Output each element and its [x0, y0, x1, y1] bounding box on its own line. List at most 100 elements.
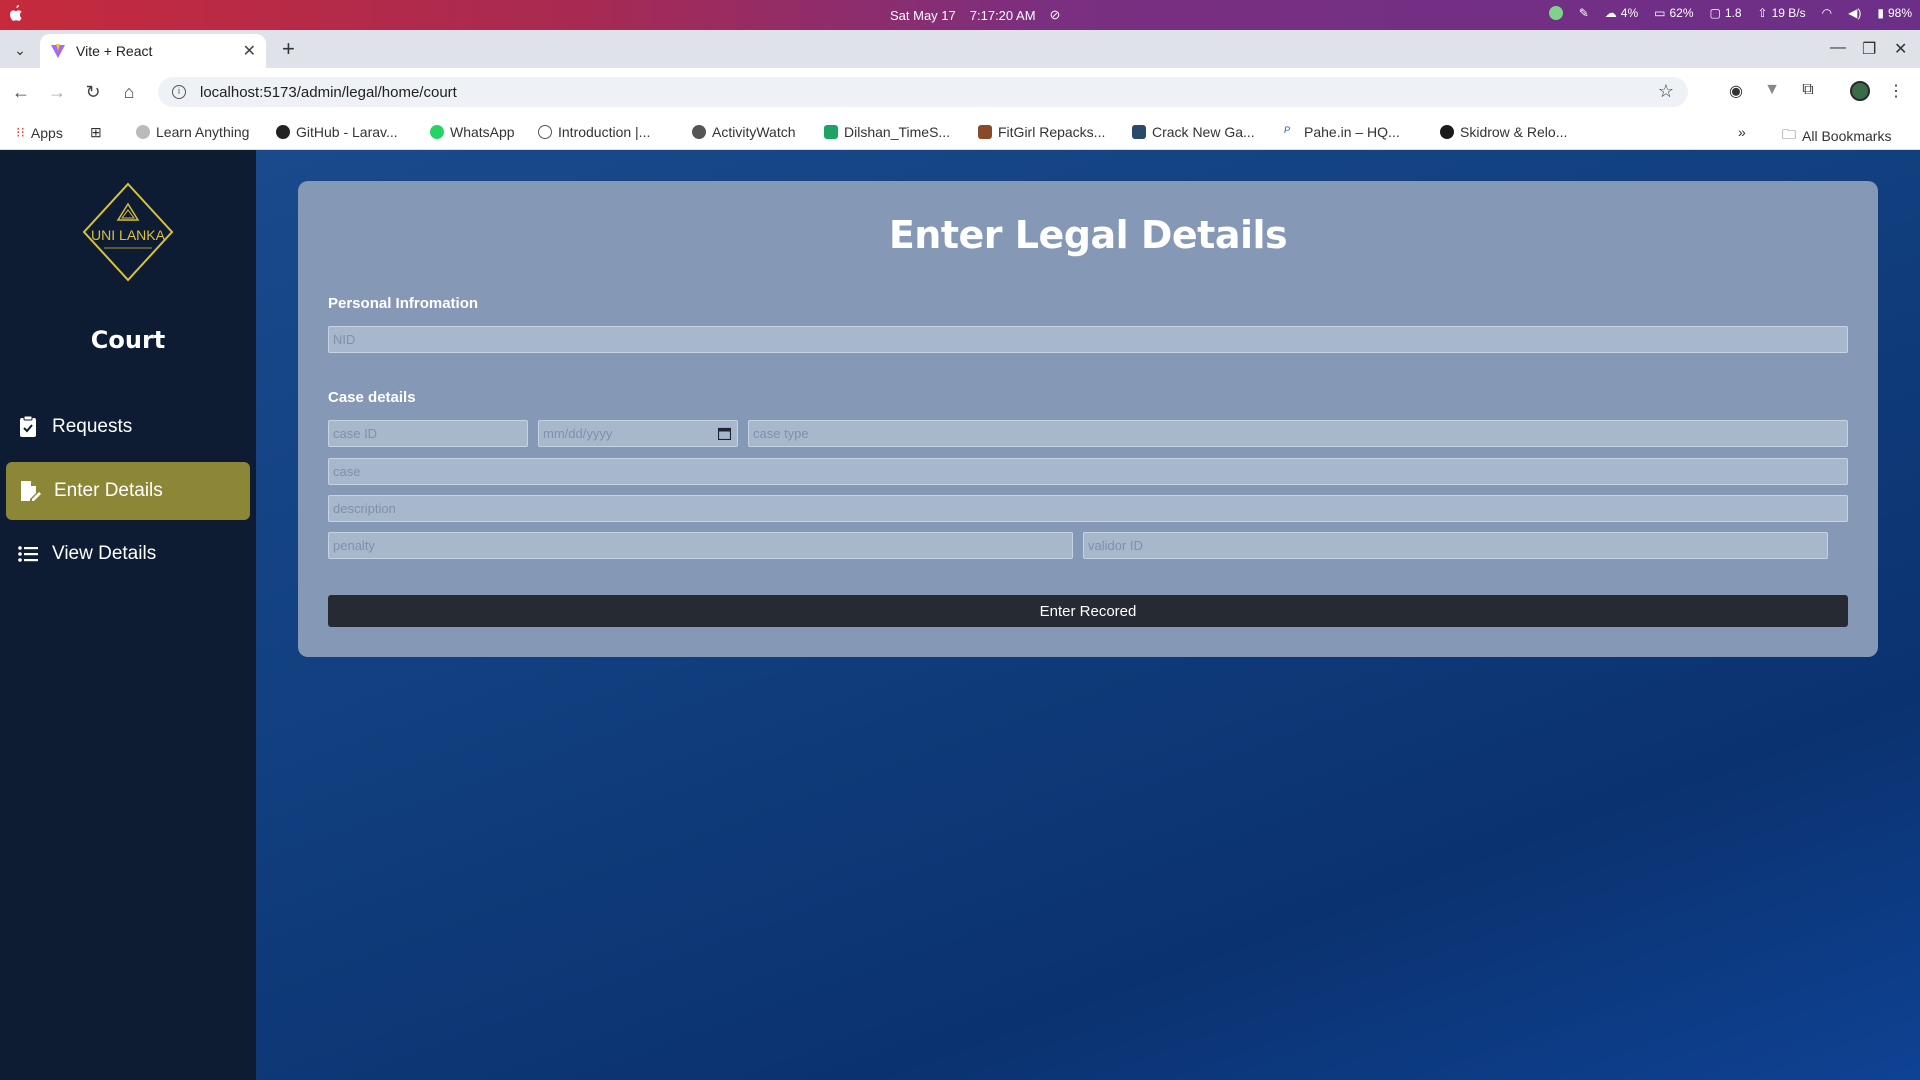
main-content: Enter Legal Details Personal Infromation… — [256, 150, 1920, 1080]
sidebar-item-requests[interactable]: Requests — [6, 398, 250, 456]
system-tray: ✎ ☁ 4% ▭ 62% ▢ 1.8 ⇧ 19 B/s ◠ ◀) ▮ 98% — [1548, 6, 1912, 20]
bookmark-label: Dilshan_TimeS... — [844, 124, 951, 140]
grid-icon: ⊞ — [90, 124, 102, 140]
tab-active[interactable]: Vite + React ✕ — [40, 34, 266, 68]
color-picker-icon[interactable]: ✎ — [1579, 6, 1589, 20]
sidebar-item-view-details[interactable]: View Details — [6, 525, 250, 583]
all-bookmarks-label: All Bookmarks — [1802, 128, 1892, 144]
bookmark-label: Crack New Ga... — [1152, 124, 1255, 140]
case-date-input[interactable]: mm/dd/yyyy — [538, 420, 738, 447]
tab-strip: ⌄ Vite + React ✕ + — ❐ ✕ — [0, 30, 1920, 68]
chat-icon: ▢ — [1709, 6, 1721, 20]
case-type-input[interactable] — [748, 420, 1848, 447]
url-bar[interactable]: i localhost:5173/admin/legal/home/court … — [158, 77, 1688, 107]
page-title: Enter Legal Details — [888, 213, 1288, 257]
bookmark-label: Pahe.in – HQ... — [1304, 124, 1400, 140]
tab-close-icon[interactable]: ✕ — [243, 41, 256, 61]
github-icon — [276, 125, 290, 139]
close-window-icon[interactable]: ✕ — [1894, 39, 1907, 59]
cloud-icon: ☁ — [1604, 6, 1617, 20]
list-icon — [18, 546, 38, 562]
bookmark-skidrow[interactable]: Skidrow & Relo... — [1440, 124, 1567, 140]
site-info-icon[interactable]: i — [172, 85, 186, 99]
minimize-icon[interactable]: — — [1830, 39, 1846, 57]
calendar-icon[interactable] — [718, 427, 731, 440]
bookmark-grid[interactable]: ⊞ — [90, 124, 102, 141]
network-text: 19 B/s — [1771, 6, 1806, 20]
bookmarks-bar: ⁝⁝ Apps ⊞ Learn Anything GitHub - Larav.… — [0, 116, 1920, 150]
apps-grid-icon: ⁝⁝ — [16, 124, 25, 140]
legal-details-form: Enter Legal Details Personal Infromation… — [298, 181, 1878, 657]
case-input[interactable] — [328, 458, 1848, 485]
bookmark-crack[interactable]: Crack New Ga... — [1132, 124, 1255, 140]
bookmark-learn-anything[interactable]: Learn Anything — [136, 124, 249, 140]
tab-search-chevron-icon[interactable]: ⌄ — [10, 40, 30, 60]
bookmark-activitywatch[interactable]: ActivityWatch — [692, 124, 796, 140]
penalty-input[interactable] — [328, 532, 1073, 559]
upload-icon: ⇧ — [1757, 6, 1768, 20]
bookmark-star-icon[interactable]: ☆ — [1658, 81, 1674, 102]
cpu-text: 4% — [1620, 6, 1639, 20]
battery-text: 98% — [1887, 6, 1912, 20]
forward-icon[interactable]: → — [46, 81, 68, 103]
date-placeholder: mm/dd/yyyy — [543, 426, 613, 441]
browser-menu-icon[interactable]: ⋮ — [1886, 81, 1906, 101]
bookmark-fitgirl[interactable]: FitGirl Repacks... — [978, 124, 1105, 140]
reload-icon[interactable]: ↻ — [82, 81, 104, 103]
network-indicator[interactable]: ⇧ 19 B/s — [1758, 6, 1806, 20]
fitgirl-icon — [978, 125, 992, 139]
validor-id-input[interactable] — [1083, 532, 1828, 559]
bookmark-github[interactable]: GitHub - Larav... — [276, 124, 398, 140]
home-icon[interactable]: ⌂ — [118, 81, 140, 103]
case-id-input[interactable] — [328, 420, 528, 447]
intro-icon — [538, 125, 552, 139]
bookmark-timesheet[interactable]: Dilshan_TimeS... — [824, 124, 950, 140]
volume-icon[interactable]: ◀) — [1848, 6, 1861, 20]
vite-favicon-icon — [51, 44, 65, 58]
pahe-icon: P — [1284, 125, 1298, 139]
load-indicator[interactable]: ▢ 1.8 — [1710, 6, 1742, 20]
learn-anything-icon — [136, 125, 150, 139]
sidebar-item-label: Requests — [52, 416, 133, 437]
restore-icon[interactable]: ❐ — [1862, 39, 1876, 59]
description-input[interactable] — [328, 495, 1848, 522]
address-bar-row: ← → ↻ ⌂ i localhost:5173/admin/legal/hom… — [0, 68, 1920, 116]
bookmark-whatsapp[interactable]: WhatsApp — [430, 124, 515, 140]
bookmarks-overflow-icon[interactable]: » — [1738, 124, 1746, 140]
shield-icon[interactable] — [1548, 6, 1563, 20]
cpu-indicator[interactable]: ☁ 4% — [1605, 6, 1638, 20]
clock[interactable]: Sat May 17 7:17:20 AM ⊘ — [890, 7, 1060, 23]
all-bookmarks-button[interactable]: 🗀 All Bookmarks — [1782, 124, 1891, 148]
battery-icon: ▮ — [1877, 6, 1884, 20]
bookmark-label: ActivityWatch — [712, 124, 796, 140]
extensions-puzzle-icon[interactable]: ⧉ — [1798, 81, 1818, 101]
enter-record-button[interactable]: Enter Recored — [328, 595, 1848, 627]
extension-1-icon[interactable]: ◉ — [1726, 81, 1746, 101]
skidrow-icon — [1440, 125, 1454, 139]
bookmark-apps[interactable]: ⁝⁝ Apps — [16, 124, 63, 141]
nid-input[interactable] — [328, 326, 1848, 353]
load-text: 1.8 — [1724, 6, 1742, 20]
memory-indicator[interactable]: ▭ 62% — [1654, 6, 1693, 20]
apple-icon[interactable] — [8, 5, 24, 23]
back-icon[interactable]: ← — [10, 81, 32, 103]
sidebar-item-label: View Details — [52, 543, 157, 564]
time-text: 7:17:20 AM — [969, 7, 1036, 23]
bookmark-introduction[interactable]: Introduction |... — [538, 124, 650, 140]
clipboard-check-icon — [20, 415, 36, 437]
bookmark-label: Introduction |... — [558, 124, 651, 140]
bookmark-label: GitHub - Larav... — [296, 124, 398, 140]
url-text: localhost:5173/admin/legal/home/court — [200, 83, 457, 101]
extension-2-icon[interactable]: ▼ — [1762, 81, 1782, 101]
os-top-bar: Sat May 17 7:17:20 AM ⊘ ✎ ☁ 4% ▭ 62% ▢ 1… — [0, 0, 1920, 30]
battery-indicator[interactable]: ▮ 98% — [1877, 6, 1912, 20]
profile-avatar[interactable] — [1850, 81, 1870, 101]
crack-icon — [1132, 125, 1146, 139]
bookmark-pahe[interactable]: P Pahe.in – HQ... — [1284, 124, 1400, 140]
new-tab-button[interactable]: + — [282, 36, 295, 62]
activitywatch-icon — [692, 125, 706, 139]
wifi-icon[interactable]: ◠ — [1822, 6, 1832, 20]
sidebar-item-enter-details[interactable]: Enter Details — [6, 462, 250, 520]
bookmark-label: Skidrow & Relo... — [1460, 124, 1568, 140]
personal-info-heading: Personal Infromation — [328, 295, 479, 312]
